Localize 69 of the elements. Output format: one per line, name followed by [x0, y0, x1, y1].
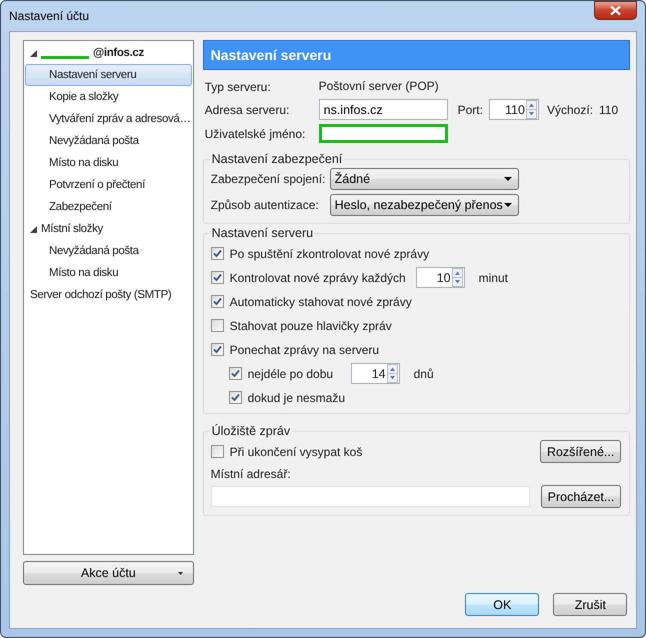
- spin-arrows-icon[interactable]: [386, 364, 398, 383]
- close-button[interactable]: [594, 1, 637, 20]
- unit-label: dnů: [414, 366, 434, 380]
- username-field[interactable]: [318, 124, 448, 143]
- close-icon: [610, 6, 621, 15]
- field-label: Místní adresář:: [210, 467, 292, 481]
- tree-item[interactable]: Místní složky: [25, 218, 192, 240]
- dropdown[interactable]: Heslo, nezabezpečený přenos: [330, 194, 519, 216]
- dropdown-arrow-icon: [504, 203, 512, 207]
- field-label: Uživatelské jméno:: [204, 126, 306, 140]
- dropdown-arrow-icon: [504, 177, 512, 181]
- checkbox[interactable]: [210, 247, 224, 260]
- checkbox[interactable]: [210, 343, 224, 356]
- number-spinner[interactable]: 14: [350, 363, 400, 384]
- checkbox-label[interactable]: Stahovat pouze hlavičky zpráv: [230, 318, 392, 332]
- checkbox-label[interactable]: Ponechat zprávy na serveru: [230, 342, 380, 356]
- dropdown[interactable]: Žádné: [330, 168, 519, 190]
- field-label: Typ serveru:: [204, 80, 272, 94]
- group-title: Nastavení zabezpečení: [210, 152, 344, 166]
- dialog-button[interactable]: OK: [465, 593, 540, 616]
- collapse-icon[interactable]: [30, 226, 37, 232]
- server-type-value: Poštovní server (POP): [318, 78, 440, 95]
- tree-item[interactable]: Nastavení serveru: [25, 64, 192, 86]
- checkbox[interactable]: [210, 319, 224, 332]
- checkbox[interactable]: [228, 391, 242, 404]
- tree-item[interactable]: Místo na disku: [25, 262, 192, 284]
- checkbox-label[interactable]: dokud je nesmažu: [248, 390, 346, 404]
- checkbox-label[interactable]: Kontrolovat nové zprávy každých: [230, 270, 410, 284]
- field-label: Výchozí:: [546, 102, 593, 116]
- default-port-value: 110: [599, 102, 620, 116]
- tree-item[interactable]: @infos.cz: [25, 42, 192, 64]
- tree-item[interactable]: Zabezpečení: [25, 196, 192, 218]
- tree-item[interactable]: Nevyžádaná pošta: [25, 130, 192, 152]
- tree-item[interactable]: Nevyžádaná pošta: [25, 240, 192, 262]
- checkbox-label[interactable]: Po spuštění zkontrolovat nové zprávy: [230, 246, 430, 260]
- checkbox[interactable]: [210, 445, 224, 458]
- checkbox-label[interactable]: nejdéle po dobu: [248, 366, 345, 380]
- tree-item[interactable]: Server odchozí pošty (SMTP): [25, 284, 192, 306]
- window-title: Nastavení účtu: [9, 9, 90, 23]
- field-label: Port:: [458, 102, 483, 116]
- field-label: Adresa serveru:: [204, 102, 290, 116]
- checkbox-label[interactable]: Automaticky stahovat nové zprávy: [230, 294, 412, 308]
- group-title: Úložiště zpráv: [210, 424, 292, 438]
- tree-item[interactable]: Vytváření zpráv a adresová…: [25, 108, 192, 130]
- tree-item[interactable]: Potvrzení o přečtení: [25, 174, 192, 196]
- field-label: Způsob autentizace:: [210, 198, 320, 212]
- account-actions-button[interactable]: Akce účtu: [23, 561, 194, 585]
- browse-button[interactable]: Procházet...: [540, 485, 622, 508]
- advanced-button[interactable]: Rozšířené...: [540, 440, 622, 463]
- checkbox[interactable]: [228, 367, 242, 380]
- spin-arrows-icon[interactable]: [452, 268, 463, 287]
- server-address-field[interactable]: ns.infos.cz: [318, 99, 448, 120]
- dialog-button[interactable]: Zrušit: [553, 593, 628, 616]
- tree-item[interactable]: Kopie a složky: [25, 86, 192, 108]
- spin-arrows-icon[interactable]: [526, 100, 537, 119]
- checkbox[interactable]: [210, 295, 224, 308]
- unit-label: minut: [478, 270, 508, 284]
- field-label: Zabezpečení spojení:: [210, 172, 324, 186]
- collapse-icon[interactable]: [30, 50, 37, 56]
- checkbox[interactable]: [210, 271, 224, 284]
- redaction-mark: [41, 56, 89, 58]
- dropdown-arrow-icon: [178, 572, 183, 575]
- checkbox-label[interactable]: Při ukončení vysypat koš: [230, 444, 362, 458]
- local-directory-field[interactable]: [210, 486, 530, 507]
- number-spinner[interactable]: 10: [416, 267, 465, 288]
- number-spinner[interactable]: 110: [488, 99, 539, 120]
- tree-item[interactable]: Místo na disku: [25, 152, 192, 174]
- panel-title: Nastavení serveru: [202, 40, 630, 70]
- group-title: Nastavení serveru: [210, 226, 314, 240]
